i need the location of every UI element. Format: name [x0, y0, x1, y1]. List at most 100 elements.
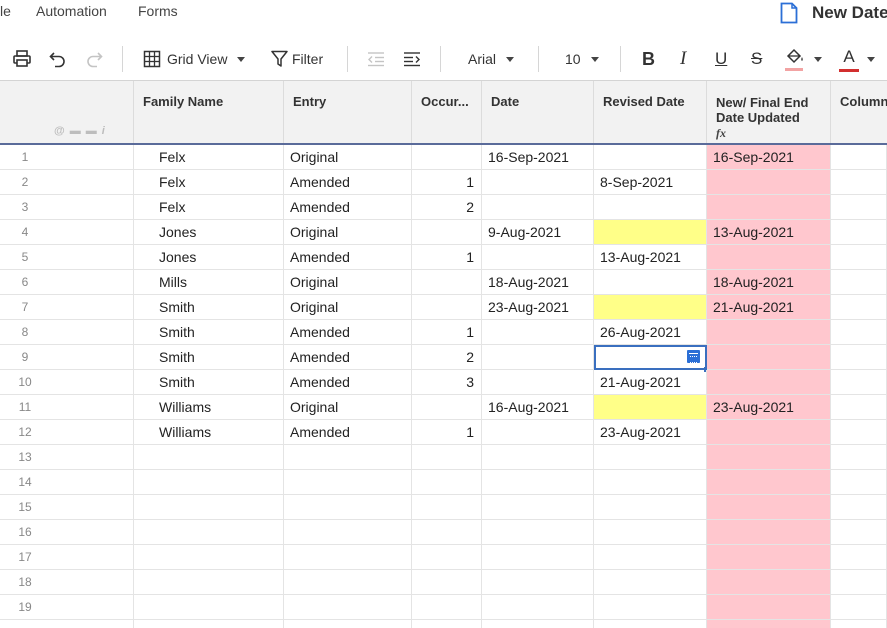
cell-occurrence[interactable]: 2: [412, 195, 482, 220]
cell-revised-date[interactable]: [594, 620, 707, 628]
undo-button[interactable]: [48, 46, 68, 72]
cell-new-final-end-date[interactable]: [707, 195, 831, 220]
cell-date[interactable]: [482, 495, 594, 520]
cell-occurrence[interactable]: 1: [412, 245, 482, 270]
cell-column[interactable]: [831, 495, 887, 520]
cell-entry[interactable]: Original: [284, 270, 412, 295]
cell-revised-date[interactable]: [594, 520, 707, 545]
cell-family-name[interactable]: Smith: [134, 370, 284, 395]
cell-new-final-end-date[interactable]: [707, 370, 831, 395]
cell-revised-date[interactable]: 8-Sep-2021: [594, 170, 707, 195]
cell-entry[interactable]: Amended: [284, 170, 412, 195]
cell-revised-date[interactable]: [594, 295, 707, 320]
cell-revised-date[interactable]: [594, 270, 707, 295]
cell-occurrence[interactable]: [412, 395, 482, 420]
table-row[interactable]: 8SmithAmended126-Aug-2021: [0, 320, 887, 345]
cell-column[interactable]: [831, 145, 887, 170]
cell-revised-date[interactable]: [594, 220, 707, 245]
cell-entry[interactable]: Original: [284, 295, 412, 320]
cell-column[interactable]: [831, 295, 887, 320]
cell-new-final-end-date[interactable]: 18-Aug-2021: [707, 270, 831, 295]
cell-column[interactable]: [831, 270, 887, 295]
cell-date[interactable]: 9-Aug-2021: [482, 220, 594, 245]
cell-revised-date[interactable]: 23-Aug-2021: [594, 420, 707, 445]
cell-family-name[interactable]: [134, 445, 284, 470]
grid-view-dropdown[interactable]: Grid View: [143, 46, 245, 72]
redo-button[interactable]: [84, 46, 104, 72]
cell-entry[interactable]: Original: [284, 395, 412, 420]
cell-entry[interactable]: Original: [284, 220, 412, 245]
cell-revised-date[interactable]: [594, 145, 707, 170]
cell-revised-date[interactable]: [594, 445, 707, 470]
cell-family-name[interactable]: [134, 495, 284, 520]
cell-entry[interactable]: Amended: [284, 245, 412, 270]
cell-column[interactable]: [831, 545, 887, 570]
cell-new-final-end-date[interactable]: [707, 420, 831, 445]
cell-date[interactable]: 23-Aug-2021: [482, 295, 594, 320]
cell-family-name[interactable]: [134, 545, 284, 570]
cell-revised-date[interactable]: [594, 195, 707, 220]
cell-revised-date[interactable]: 26-Aug-2021: [594, 320, 707, 345]
cell-occurrence[interactable]: [412, 545, 482, 570]
cell-date[interactable]: [482, 345, 594, 370]
font-size-dropdown[interactable]: 10: [565, 46, 599, 72]
cell-revised-date[interactable]: [594, 495, 707, 520]
cell-occurrence[interactable]: [412, 495, 482, 520]
column-header-family-name[interactable]: Family Name: [134, 81, 284, 143]
table-row[interactable]: 17: [0, 545, 887, 570]
table-row[interactable]: 14: [0, 470, 887, 495]
column-header-date[interactable]: Date: [482, 81, 594, 143]
cell-family-name[interactable]: Smith: [134, 345, 284, 370]
cell-revised-date[interactable]: [594, 395, 707, 420]
sheet-title[interactable]: New Date: [812, 3, 887, 23]
cell-entry[interactable]: Amended: [284, 345, 412, 370]
cell-entry[interactable]: [284, 520, 412, 545]
cell-new-final-end-date[interactable]: [707, 620, 831, 628]
cell-entry[interactable]: [284, 545, 412, 570]
cell-new-final-end-date[interactable]: [707, 545, 831, 570]
cell-new-final-end-date[interactable]: [707, 445, 831, 470]
column-header-column[interactable]: Column: [831, 81, 887, 143]
cell-date[interactable]: [482, 170, 594, 195]
column-header-entry[interactable]: Entry: [284, 81, 412, 143]
menu-item-automation[interactable]: Automation: [36, 3, 107, 19]
cell-revised-date[interactable]: [594, 595, 707, 620]
table-row[interactable]: 13: [0, 445, 887, 470]
table-row[interactable]: 2FelxAmended18-Sep-2021: [0, 170, 887, 195]
table-row[interactable]: 1FelxOriginal16-Sep-202116-Sep-2021: [0, 145, 887, 170]
cell-revised-date[interactable]: 21-Aug-2021: [594, 370, 707, 395]
cell-date[interactable]: [482, 370, 594, 395]
cell-revised-date[interactable]: [594, 470, 707, 495]
cell-date[interactable]: [482, 595, 594, 620]
cell-date[interactable]: [482, 245, 594, 270]
cell-family-name[interactable]: Williams: [134, 395, 284, 420]
cell-date[interactable]: [482, 620, 594, 628]
cell-entry[interactable]: Amended: [284, 420, 412, 445]
cell-column[interactable]: [831, 320, 887, 345]
cell-entry[interactable]: Amended: [284, 195, 412, 220]
underline-button[interactable]: U: [715, 46, 727, 72]
italic-button[interactable]: I: [680, 46, 686, 72]
cell-new-final-end-date[interactable]: 21-Aug-2021: [707, 295, 831, 320]
column-header-revised-date[interactable]: Revised Date: [594, 81, 707, 143]
table-row[interactable]: 7SmithOriginal23-Aug-202121-Aug-2021: [0, 295, 887, 320]
cell-occurrence[interactable]: [412, 595, 482, 620]
cell-revised-date[interactable]: [594, 345, 707, 370]
cell-column[interactable]: [831, 420, 887, 445]
table-row[interactable]: 4JonesOriginal9-Aug-202113-Aug-2021: [0, 220, 887, 245]
cell-column[interactable]: [831, 395, 887, 420]
cell-family-name[interactable]: Felx: [134, 195, 284, 220]
table-row[interactable]: 12WilliamsAmended123-Aug-2021: [0, 420, 887, 445]
cell-family-name[interactable]: Mills: [134, 270, 284, 295]
cell-new-final-end-date[interactable]: [707, 495, 831, 520]
cell-family-name[interactable]: Felx: [134, 170, 284, 195]
cell-date[interactable]: [482, 420, 594, 445]
cell-column[interactable]: [831, 445, 887, 470]
cell-new-final-end-date[interactable]: 16-Sep-2021: [707, 145, 831, 170]
bold-button[interactable]: B: [642, 46, 655, 72]
cell-date[interactable]: 18-Aug-2021: [482, 270, 594, 295]
table-row[interactable]: 3FelxAmended2: [0, 195, 887, 220]
cell-column[interactable]: [831, 570, 887, 595]
cell-family-name[interactable]: [134, 620, 284, 628]
cell-occurrence[interactable]: 3: [412, 370, 482, 395]
